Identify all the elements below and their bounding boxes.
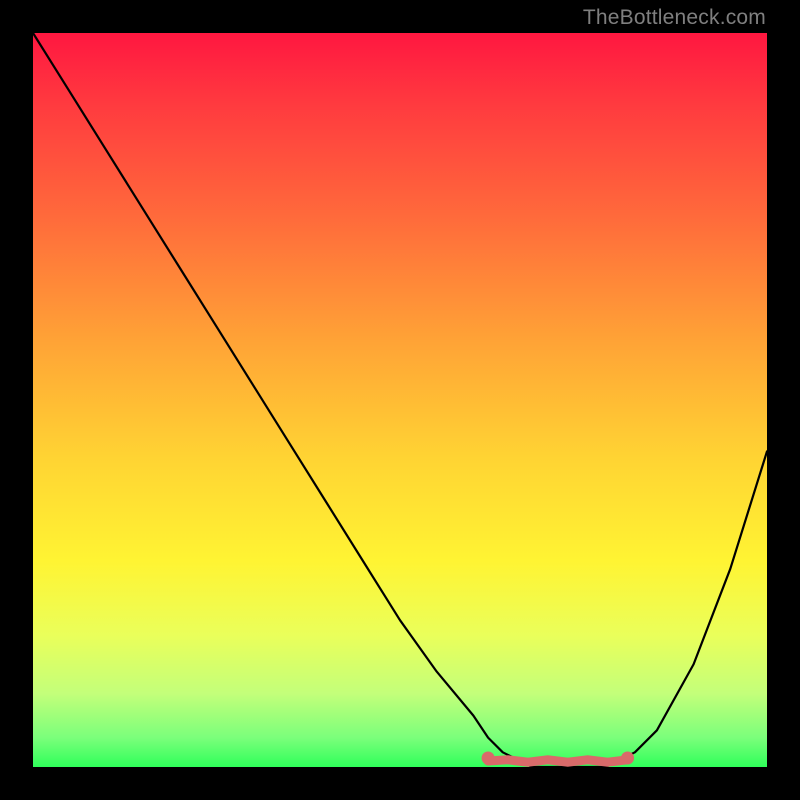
chart-stage: TheBottleneck.com	[0, 0, 800, 800]
footer-marker-layer	[33, 33, 767, 767]
attribution-text: TheBottleneck.com	[583, 6, 766, 30]
footer-marker-end	[621, 752, 634, 765]
plot-area	[33, 33, 767, 767]
footer-marker-line	[488, 760, 627, 762]
